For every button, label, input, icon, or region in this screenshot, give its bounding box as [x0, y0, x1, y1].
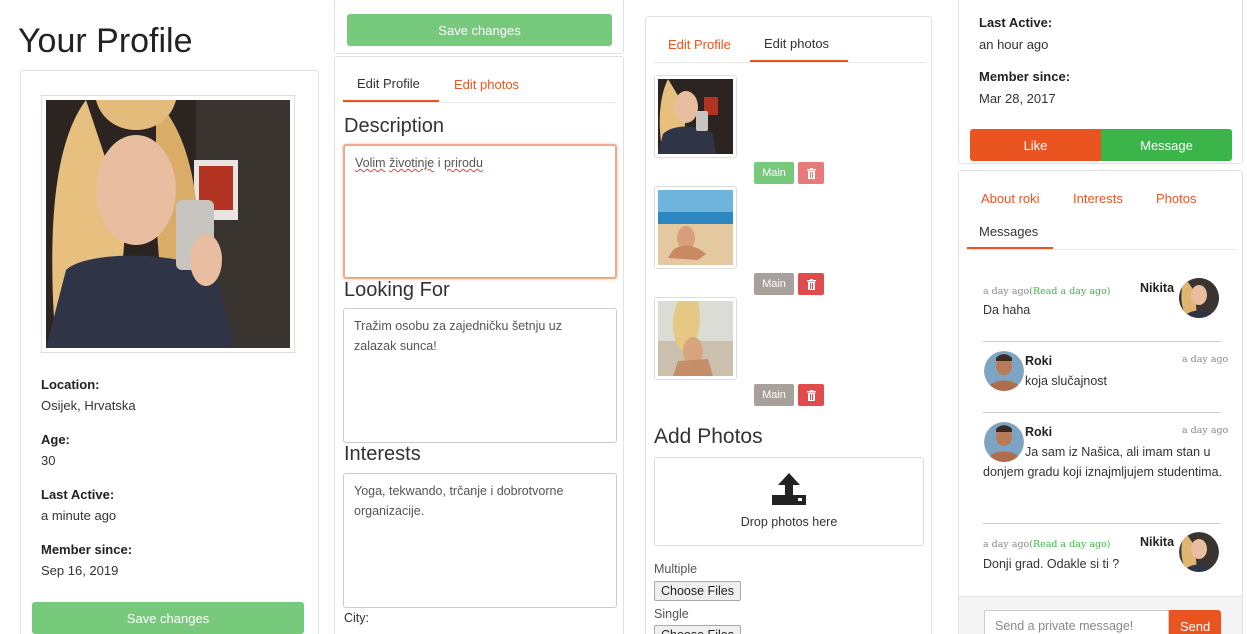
message-read-status: (Read a day ago): [1029, 539, 1111, 550]
profile-photo-image: [46, 100, 290, 348]
delete-photo-button[interactable]: [798, 162, 824, 184]
message-time-text: a day ago: [983, 539, 1030, 550]
set-main-button[interactable]: Main: [754, 162, 794, 184]
trash-icon: [806, 389, 816, 401]
photo-thumbnail: [654, 186, 737, 269]
member-since-label: Member since:: [41, 542, 133, 557]
interests-heading: Interests: [344, 443, 421, 465]
tab-interests[interactable]: Interests: [1073, 191, 1123, 206]
set-main-button[interactable]: Main: [754, 273, 794, 295]
tab-messages[interactable]: Messages: [979, 224, 1038, 239]
member-since-value: Sep 16, 2019: [41, 563, 119, 578]
message-time: a day ago: [1182, 425, 1229, 436]
description-word-4: prirodu: [443, 156, 483, 170]
photo-thumbnail: [654, 297, 737, 380]
message-divider: [983, 341, 1221, 342]
drop-photos-text: Drop photos here: [740, 515, 838, 529]
save-changes-button-bottom[interactable]: Save changes: [32, 602, 304, 634]
message-sender: Roki: [1025, 354, 1053, 368]
add-photos-heading: Add Photos: [654, 425, 763, 448]
member-member-since-value: Mar 28, 2017: [979, 91, 1056, 106]
photo-thumbnail-image: [658, 301, 733, 376]
choose-files-multiple-button[interactable]: Choose Files: [654, 581, 741, 601]
delete-photo-button[interactable]: [798, 273, 824, 295]
photo-drop-zone[interactable]: Drop photos here: [654, 457, 924, 546]
page-title: Your Profile: [18, 22, 193, 60]
message-item: a day ago(Read a day ago) Nikita Da haha: [967, 266, 1236, 336]
tabs-divider-photos: [654, 62, 926, 63]
member-last-active-label: Last Active:: [979, 15, 1053, 30]
description-word-3: i: [437, 156, 441, 170]
location-label: Location:: [41, 377, 100, 392]
single-label: Single: [654, 607, 689, 621]
avatar: [1179, 532, 1219, 572]
photo-thumbnail-image: [658, 190, 733, 265]
message-sender: Nikita: [1140, 281, 1175, 295]
message-text: Ja sam iz Našica, ali imam stan u donjem…: [983, 445, 1223, 479]
tabs-divider-member: [967, 249, 1236, 250]
edit-form-card: Edit Profile Edit photos Description Vol…: [334, 56, 624, 634]
profile-card: Location: Osijek, Hrvatska Age: 30 Last …: [20, 70, 319, 634]
photo-thumbnail-image: [658, 79, 733, 154]
looking-for-textarea[interactable]: Tražim osobu za zajedničku šetnju uz zal…: [343, 308, 617, 443]
avatar: [984, 351, 1024, 391]
message-sender: Nikita: [1140, 535, 1175, 549]
tab-edit-photos[interactable]: Edit photos: [454, 77, 519, 92]
message-text: Da haha: [983, 303, 1031, 317]
last-active-value: a minute ago: [41, 508, 117, 523]
message-text: Donji grad. Odakle si ti ?: [983, 557, 1120, 571]
tab-edit-profile-link[interactable]: Edit Profile: [668, 37, 731, 52]
message-divider: [983, 412, 1221, 413]
message-item: Roki a day ago koja slučajnost: [967, 346, 1236, 411]
private-message-input[interactable]: Send a private message!: [984, 610, 1169, 634]
message-item: a day ago(Read a day ago) Nikita Donji g…: [967, 526, 1236, 591]
description-word-1: Volim: [355, 156, 386, 170]
message-item: Roki a day ago Ja sam iz Našica, ali ima…: [967, 417, 1236, 522]
message-time: a day ago(Read a day ago): [983, 539, 1111, 550]
message-time: a day ago(Read a day ago): [983, 286, 1111, 297]
choose-files-single-button[interactable]: Choose Files: [654, 625, 741, 634]
member-member-since-label: Member since:: [979, 69, 1071, 84]
tab-edit-profile[interactable]: Edit Profile: [357, 76, 420, 91]
city-label: City:: [344, 611, 369, 625]
save-changes-button-top[interactable]: Save changes: [347, 14, 612, 46]
description-heading: Description: [344, 115, 445, 137]
last-active-label: Last Active:: [41, 487, 115, 502]
send-button[interactable]: Send: [1169, 610, 1221, 634]
photo-thumbnail: [654, 75, 737, 158]
age-value: 30: [41, 453, 56, 468]
upload-icon: [772, 473, 806, 505]
photo-editor-card: Edit Profile Edit photos Main Main Main …: [645, 16, 932, 634]
message-time: a day ago: [1182, 354, 1229, 365]
profile-photo: [41, 95, 295, 353]
avatar: [1179, 278, 1219, 318]
tabs-divider: [343, 102, 615, 103]
multiple-label: Multiple: [654, 562, 698, 576]
location-value: Osijek, Hrvatska: [41, 398, 136, 413]
tab-about[interactable]: About roki: [981, 191, 1040, 206]
member-tabs-card: About roki Interests Photos Messages a d…: [958, 170, 1243, 634]
trash-icon: [806, 167, 816, 179]
message-time-text: a day ago: [983, 286, 1030, 297]
description-textarea[interactable]: Volim životinje i prirodu: [343, 144, 617, 279]
delete-photo-button[interactable]: [798, 384, 824, 406]
set-main-button[interactable]: Main: [754, 384, 794, 406]
message-text: koja slučajnost: [1025, 374, 1107, 388]
like-button[interactable]: Like: [970, 129, 1101, 161]
tab-photos[interactable]: Photos: [1156, 191, 1196, 206]
message-divider: [983, 523, 1221, 524]
looking-for-heading: Looking For: [344, 279, 450, 301]
message-button[interactable]: Message: [1101, 129, 1232, 161]
age-label: Age:: [41, 432, 70, 447]
tab-edit-photos-active[interactable]: Edit photos: [764, 36, 829, 51]
message-read-status: (Read a day ago): [1029, 286, 1111, 297]
interests-textarea[interactable]: Yoga, tekwando, trčanje i dobrotvorne or…: [343, 473, 617, 608]
trash-icon: [806, 278, 816, 290]
message-sender: Roki: [1025, 425, 1053, 439]
member-last-active-value: an hour ago: [979, 37, 1049, 52]
description-word-2: životinje: [389, 156, 435, 170]
